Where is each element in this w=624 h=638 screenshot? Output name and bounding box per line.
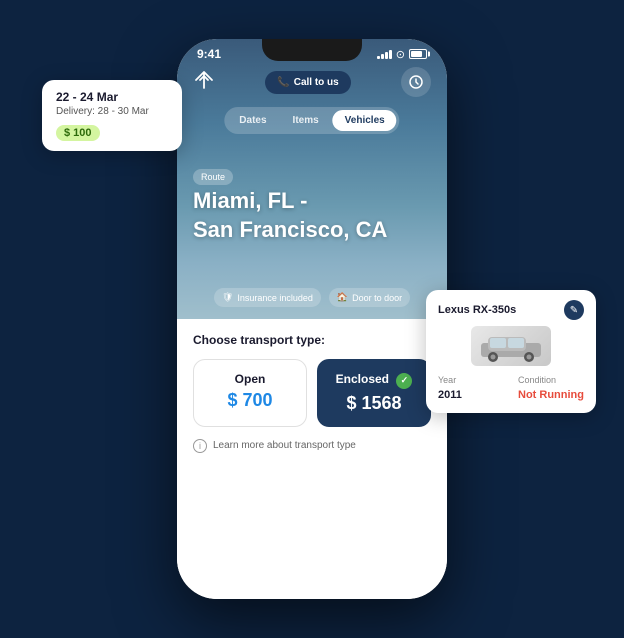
door-to-door-badge: 🏠 Door to door — [329, 288, 410, 307]
call-us-button[interactable]: 📞 Call to us — [265, 71, 350, 94]
info-note: i Learn more about transport type — [193, 439, 431, 453]
info-icon: i — [193, 439, 207, 453]
phone-icon: 📞 — [277, 77, 289, 88]
insurance-label: Insurance included — [237, 293, 313, 303]
info-text: Learn more about transport type — [213, 440, 356, 451]
door-to-door-label: Door to door — [352, 293, 402, 303]
tooltip-price: $ 100 — [56, 125, 100, 141]
vehicle-info-card: Lexus RX-350s ✎ Year 2011 Condition Not … — [426, 290, 596, 413]
selected-checkmark: ✓ — [396, 373, 412, 389]
tooltip-delivery: Delivery: 28 - 30 Mar — [56, 106, 168, 117]
vehicle-condition: Condition Not Running — [518, 375, 584, 403]
service-badges: 🛡 Insurance included 🏠 Door to door — [177, 288, 447, 307]
enclosed-transport-card[interactable]: Enclosed ✓ $ 1568 — [317, 359, 431, 427]
open-transport-card[interactable]: Open $ 700 — [193, 359, 307, 427]
status-icons: ⊙ — [377, 48, 427, 61]
open-transport-price: $ 700 — [206, 390, 294, 411]
tooltip-dates: 22 - 24 Mar — [56, 90, 168, 104]
route-line1: Miami, FL - — [193, 188, 308, 213]
vehicle-details: Year 2011 Condition Not Running — [438, 375, 584, 403]
insurance-badge: 🛡 Insurance included — [214, 288, 321, 307]
phone-screen: 9:41 ⊙ — [177, 39, 447, 599]
enclosed-transport-title: Enclosed ✓ — [330, 372, 418, 389]
vehicle-image — [471, 326, 551, 366]
phone-notch — [262, 39, 362, 61]
shield-icon: 🛡 — [222, 292, 233, 303]
app-logo — [193, 69, 215, 96]
enclosed-transport-price: $ 1568 — [330, 393, 418, 414]
route-line2: San Francisco, CA — [193, 217, 387, 242]
wifi-icon: ⊙ — [396, 48, 405, 61]
tooltip-card: 22 - 24 Mar Delivery: 28 - 30 Mar $ 100 — [42, 80, 182, 151]
transport-cards: Open $ 700 Enclosed ✓ $ 1568 — [193, 359, 431, 427]
app-nav: 📞 Call to us — [177, 67, 447, 97]
tab-bar: Dates Items Vehicles — [224, 107, 399, 134]
phone-frame: 9:41 ⊙ — [177, 39, 447, 599]
vehicle-name: Lexus RX-350s — [438, 304, 516, 316]
hero-area: 9:41 ⊙ — [177, 39, 447, 319]
signal-bars-icon — [377, 49, 392, 59]
battery-icon — [409, 49, 427, 59]
open-transport-title: Open — [206, 372, 294, 386]
route-badge: Route — [193, 169, 233, 185]
vehicle-card-header: Lexus RX-350s ✎ — [438, 300, 584, 320]
call-us-label: Call to us — [294, 77, 339, 88]
tab-dates[interactable]: Dates — [227, 110, 278, 131]
transport-type-label: Choose transport type: — [193, 333, 431, 347]
tab-vehicles[interactable]: Vehicles — [333, 110, 397, 131]
status-time: 9:41 — [197, 47, 221, 61]
vehicle-edit-button[interactable]: ✎ — [564, 300, 584, 320]
home-icon: 🏠 — [337, 292, 348, 303]
route-title: Miami, FL - San Francisco, CA — [193, 187, 387, 244]
tab-items[interactable]: Items — [281, 110, 331, 131]
vehicle-image-wrap — [438, 326, 584, 369]
history-button[interactable] — [401, 67, 431, 97]
content-area: Choose transport type: Open $ 700 Enclos… — [177, 319, 447, 599]
vehicle-year: Year 2011 — [438, 375, 462, 403]
